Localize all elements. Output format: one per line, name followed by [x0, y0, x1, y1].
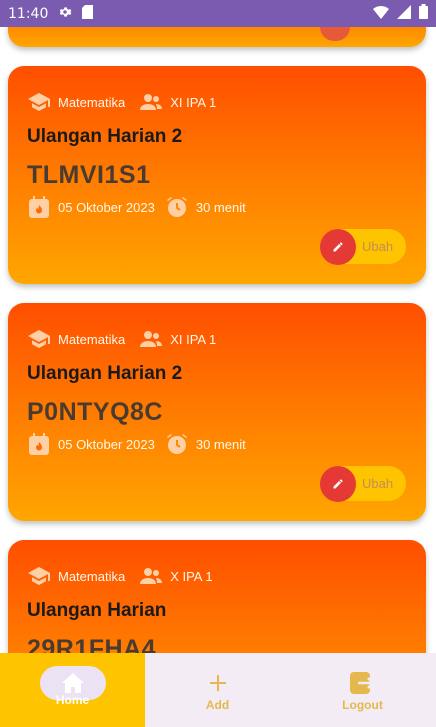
exam-title: Ulangan Harian 2: [27, 126, 183, 147]
edit-button-label: Ubah: [362, 476, 394, 491]
pencil-icon: [320, 228, 356, 265]
settings-icon: [58, 5, 72, 23]
bottom-navigation: Home Add Logout: [0, 653, 436, 727]
edit-button-fragment[interactable]: [320, 27, 350, 41]
exam-card[interactable]: Matematika XI IPA 1 Ulangan Harian 2 TLM…: [8, 66, 426, 284]
add-icon: [209, 675, 226, 691]
subject-label: Matematika: [58, 94, 126, 110]
calendar-icon: [29, 196, 49, 218]
group-icon: [140, 568, 163, 584]
graduation-cap-icon: [28, 330, 50, 348]
subject-label: Matematika: [58, 331, 126, 347]
exam-code: 29R1FHA4: [27, 635, 157, 653]
graduation-cap-icon: [28, 567, 50, 585]
nav-add-label: Add: [205, 698, 230, 712]
exam-title: Ulangan Harian 2: [27, 363, 183, 384]
group-icon: [140, 331, 163, 347]
edit-button-label: Ubah: [362, 239, 394, 254]
calendar-icon: [29, 433, 49, 455]
nav-home[interactable]: Home: [0, 653, 145, 727]
nav-logout[interactable]: Logout: [290, 653, 435, 727]
status-bar: 11:40: [0, 0, 436, 27]
exam-card[interactable]: Matematika X IPA 1 Ulangan Harian 29R1FH…: [8, 540, 426, 653]
exam-date: 05 Oktober 2023: [58, 199, 155, 215]
pencil-icon: [320, 465, 356, 502]
sd-card-icon: [82, 4, 94, 23]
home-icon: [61, 673, 84, 693]
exam-code: P0NTYQ8C: [27, 398, 163, 426]
exam-card[interactable]: Matematika XI IPA 1 Ulangan Harian 2 P0N…: [8, 303, 426, 521]
class-label: X IPA 1: [170, 568, 213, 584]
alarm-clock-icon: [166, 197, 187, 217]
exam-code: TLMVI1S1: [27, 161, 151, 189]
exam-duration: 30 menit: [195, 199, 246, 215]
exam-title: Ulangan Harian: [27, 600, 167, 621]
class-label: XI IPA 1: [170, 94, 217, 110]
graduation-cap-icon: [28, 93, 50, 111]
exam-date: 05 Oktober 2023: [58, 436, 155, 452]
exam-card-partial-top[interactable]: [8, 27, 426, 47]
subject-label: Matematika: [58, 568, 126, 584]
group-icon: [140, 94, 163, 110]
class-label: XI IPA 1: [170, 331, 217, 347]
exam-list[interactable]: Matematika XI IPA 1 Ulangan Harian 2 TLM…: [0, 27, 436, 653]
status-time: 11:40: [8, 5, 49, 22]
nav-home-label: Home: [55, 693, 90, 707]
nav-logout-label: Logout: [342, 698, 383, 712]
signal-icon: [397, 4, 411, 23]
edit-button[interactable]: Ubah: [320, 228, 406, 265]
logout-icon: [349, 672, 375, 694]
exam-duration: 30 menit: [195, 436, 246, 452]
battery-icon: [419, 4, 428, 23]
nav-add[interactable]: Add: [145, 653, 290, 727]
alarm-clock-icon: [166, 434, 187, 454]
wifi-icon: [373, 5, 389, 23]
edit-button[interactable]: Ubah: [320, 465, 406, 502]
